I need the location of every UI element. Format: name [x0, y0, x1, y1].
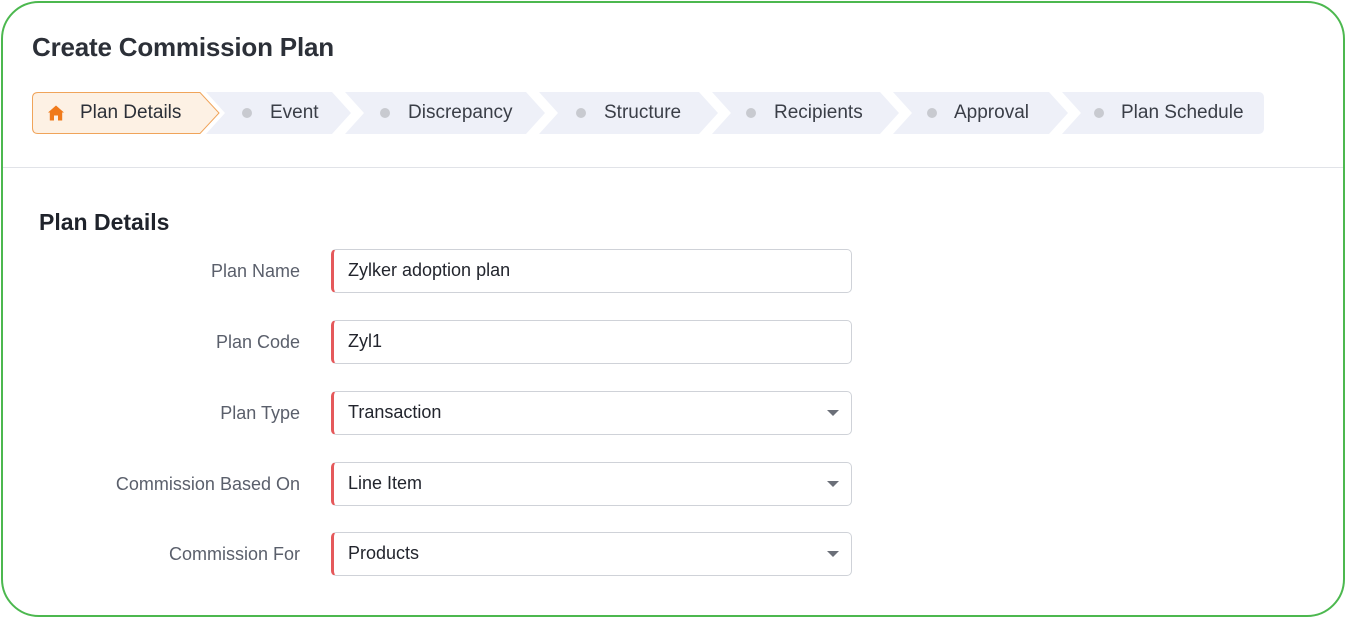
page-title: Create Commission Plan	[32, 32, 334, 62]
plan-name-input[interactable]: Zylker adoption plan	[331, 249, 852, 293]
step-label: Recipients	[774, 102, 863, 123]
caret-down-icon[interactable]	[827, 481, 839, 487]
step-label: Structure	[604, 102, 682, 123]
commission-for-row: Commission For Products	[3, 532, 1343, 578]
plan-type-select[interactable]: Transaction	[331, 391, 852, 435]
step-recipients[interactable]: Recipients	[712, 92, 900, 134]
step-plan-schedule[interactable]: Plan Schedule	[1062, 92, 1264, 134]
commission-based-on-label: Commission Based On	[115, 474, 300, 494]
commission-for-value: Products	[348, 543, 420, 563]
plan-stepper: Plan Details Event Discrepancy Structure…	[32, 92, 1264, 134]
step-status-dot	[380, 108, 390, 118]
plan-name-row: Plan Name Zylker adoption plan	[3, 249, 1343, 295]
step-label: Event	[270, 102, 319, 123]
step-status-dot	[242, 108, 252, 118]
step-label: Discrepancy	[408, 102, 513, 123]
plan-name-value: Zylker adoption plan	[348, 260, 511, 280]
step-approval[interactable]: Approval	[893, 92, 1069, 134]
step-label: Plan Details	[80, 102, 182, 123]
plan-name-label: Plan Name	[210, 261, 300, 281]
step-status-dot	[1094, 108, 1104, 118]
step-discrepancy[interactable]: Discrepancy	[345, 92, 546, 134]
step-label: Plan Schedule	[1121, 102, 1244, 123]
step-event[interactable]: Event	[206, 92, 352, 134]
plan-code-input[interactable]: Zyl1	[331, 320, 852, 364]
plan-code-row: Plan Code Zyl1	[3, 320, 1343, 366]
step-structure[interactable]: Structure	[539, 92, 719, 134]
commission-for-label: Commission For	[168, 544, 300, 564]
step-label: Approval	[954, 102, 1029, 123]
app-frame: Create Commission Plan Plan Details Even…	[1, 1, 1345, 617]
step-status-dot	[927, 108, 937, 118]
commission-based-on-row: Commission Based On Line Item	[3, 462, 1343, 508]
commission-based-on-select[interactable]: Line Item	[331, 462, 852, 506]
home-icon	[48, 105, 64, 121]
plan-code-label: Plan Code	[215, 332, 300, 352]
commission-for-select[interactable]: Products	[331, 532, 852, 576]
plan-type-row: Plan Type Transaction	[3, 391, 1343, 437]
plan-code-value: Zyl1	[348, 331, 383, 351]
step-status-dot	[576, 108, 586, 118]
caret-down-icon[interactable]	[827, 410, 839, 416]
caret-down-icon[interactable]	[827, 551, 839, 557]
page-header: Create Commission Plan Plan Details Even…	[3, 3, 1343, 168]
commission-based-on-value: Line Item	[348, 473, 423, 493]
plan-type-value: Transaction	[348, 402, 442, 422]
step-status-dot	[746, 108, 756, 118]
section-title: Plan Details	[39, 209, 170, 235]
step-plan-details[interactable]: Plan Details	[32, 92, 220, 134]
plan-type-label: Plan Type	[220, 403, 300, 423]
